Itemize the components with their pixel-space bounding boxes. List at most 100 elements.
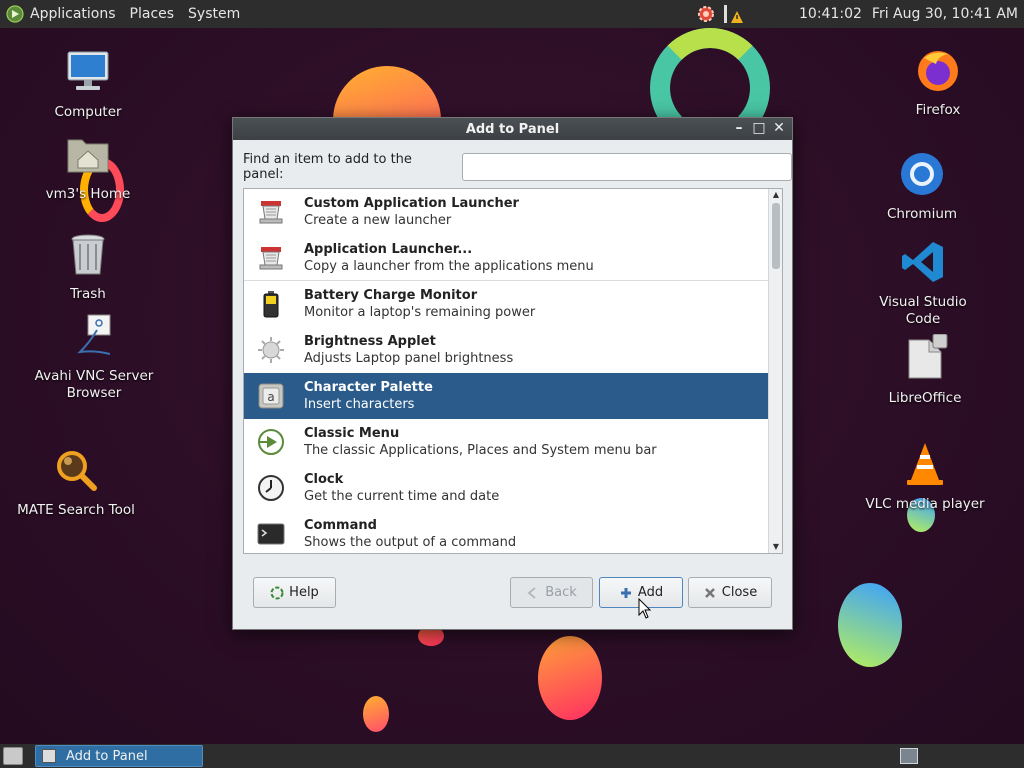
svg-text:a: a <box>267 390 274 404</box>
list-items: Custom Application Launcher Create a new… <box>244 189 769 553</box>
minimize-icon[interactable]: – <box>732 121 746 135</box>
desktop-icon-label: Avahi VNC Server Browser <box>34 368 154 401</box>
item-name: Brightness Applet <box>304 334 436 349</box>
computer-icon <box>67 51 109 90</box>
list-item[interactable]: Custom Application Launcher Create a new… <box>244 189 769 235</box>
network-icon <box>77 314 111 355</box>
find-label: Find an item to add to the panel: <box>243 152 412 182</box>
list-item[interactable]: Command Shows the output of a command <box>244 511 769 553</box>
classic-menu-icon <box>258 429 284 455</box>
clock-icon <box>258 475 284 501</box>
desktop-icon-vlc[interactable]: VLC media player <box>865 440 985 513</box>
launcher-icon <box>259 246 283 269</box>
home-folder-icon <box>67 139 109 173</box>
list-scrollbar[interactable]: ▲ ▼ <box>768 189 782 553</box>
decorative-blob <box>538 636 602 720</box>
applications-menu[interactable]: Applications <box>30 6 116 22</box>
item-name: Classic Menu <box>304 426 400 441</box>
find-input[interactable] <box>461 153 792 181</box>
list-item[interactable]: Application Launcher... Copy a launcher … <box>244 235 769 281</box>
update-gear-icon[interactable] <box>695 3 717 25</box>
back-arrow-icon <box>527 586 536 599</box>
help-button[interactable]: Help <box>253 577 336 608</box>
character-palette-icon: a <box>258 383 284 409</box>
taskbar-window-button[interactable]: Add to Panel <box>35 745 203 767</box>
battery-icon <box>263 291 279 318</box>
item-description: The classic Applications, Places and Sys… <box>304 443 657 458</box>
list-item[interactable]: Classic Menu The classic Applications, P… <box>244 419 769 465</box>
window-icon <box>42 749 56 763</box>
desktop-icon-label: Computer <box>54 104 122 120</box>
desktop-icon-search-tool[interactable]: MATE Search Tool <box>16 446 136 519</box>
item-description: Get the current time and date <box>304 489 500 504</box>
desktop-icon-firefox[interactable]: Firefox <box>878 46 998 119</box>
top-panel: Applications Places System 10:41:02 Fri … <box>0 0 1024 28</box>
list-item[interactable]: Brightness Applet Adjusts Laptop panel b… <box>244 327 769 373</box>
show-desktop-icon[interactable] <box>3 747 23 765</box>
desktop-icon-label: VLC media player <box>865 496 985 512</box>
taskbar-window-label: Add to Panel <box>66 748 148 764</box>
system-menu[interactable]: System <box>188 6 240 22</box>
scroll-thumb[interactable] <box>772 203 780 269</box>
vlc-icon <box>907 443 943 485</box>
back-button[interactable]: Back <box>510 577 593 608</box>
list-item-selected[interactable]: a Character Palette Insert characters <box>244 373 769 419</box>
add-to-panel-dialog: Add to Panel – □ ✕ Find an item to add t… <box>232 117 793 630</box>
list-item[interactable]: Battery Charge Monitor Monitor a laptop'… <box>244 281 769 327</box>
desktop-icon-label: Visual Studio Code <box>879 294 967 327</box>
item-description: Insert characters <box>304 397 415 412</box>
item-name: Character Palette <box>304 380 433 395</box>
item-description: Adjusts Laptop panel brightness <box>304 351 514 366</box>
desktop-icon-trash[interactable]: Trash <box>28 230 148 303</box>
desktop-icon-label: Chromium <box>886 206 958 222</box>
launcher-icon <box>259 201 283 224</box>
vscode-icon <box>902 242 943 282</box>
panel-item-list[interactable]: Custom Application Launcher Create a new… <box>243 188 783 554</box>
dialog-titlebar[interactable]: Add to Panel – □ ✕ <box>233 118 792 140</box>
terminal-icon <box>257 523 285 545</box>
clock-time[interactable]: 10:41:02 <box>799 6 862 22</box>
scroll-down-icon[interactable]: ▼ <box>769 541 782 553</box>
help-label: Help <box>289 585 319 600</box>
bottom-panel: Add to Panel <box>0 744 1024 768</box>
desktop-icon-vscode[interactable]: Visual Studio Code <box>863 238 983 328</box>
desktop-icon-label: LibreOffice <box>888 390 962 406</box>
desktop-icon-computer[interactable]: Computer <box>28 48 148 121</box>
item-name: Command <box>304 518 377 533</box>
plus-icon <box>620 587 631 598</box>
desktop-icon-chromium[interactable]: Chromium <box>862 150 982 223</box>
decorative-blob <box>838 583 902 667</box>
system-tray <box>695 3 744 25</box>
close-icon[interactable]: ✕ <box>772 121 786 135</box>
workspace-switcher[interactable] <box>900 748 918 764</box>
brightness-icon <box>258 337 284 363</box>
close-x-icon <box>704 587 715 598</box>
desktop-icon-libreoffice[interactable]: LibreOffice <box>865 333 985 407</box>
item-description: Create a new launcher <box>304 213 452 228</box>
places-menu[interactable]: Places <box>130 6 175 22</box>
search-tool-icon <box>57 451 97 491</box>
item-name: Clock <box>304 472 344 487</box>
libreoffice-icon <box>908 333 948 379</box>
help-icon <box>270 586 284 599</box>
window-controls: – □ ✕ <box>732 121 786 135</box>
close-button[interactable]: Close <box>688 577 772 608</box>
mate-logo-icon[interactable] <box>6 5 24 23</box>
list-item[interactable]: Clock Get the current time and date <box>244 465 769 511</box>
warning-icon[interactable] <box>721 3 744 25</box>
desktop-icon-label: vm3's Home <box>45 186 131 202</box>
chromium-icon <box>901 153 943 195</box>
firefox-icon <box>918 51 958 91</box>
desktop-icon-home[interactable]: vm3's Home <box>28 130 148 203</box>
clock-date[interactable]: Fri Aug 30, 10:41 AM <box>872 6 1018 22</box>
item-name: Custom Application Launcher <box>304 196 519 211</box>
decorative-blob <box>363 696 389 732</box>
item-description: Shows the output of a command <box>304 535 517 550</box>
item-name: Battery Charge Monitor <box>304 288 478 303</box>
desktop-icon-label: MATE Search Tool <box>17 502 135 518</box>
scroll-up-icon[interactable]: ▲ <box>769 189 782 201</box>
maximize-icon[interactable]: □ <box>752 121 766 135</box>
desktop-icon-avahi[interactable]: Avahi VNC Server Browser <box>34 312 154 402</box>
back-label: Back <box>545 585 577 600</box>
item-description: Monitor a laptop's remaining power <box>304 305 536 320</box>
